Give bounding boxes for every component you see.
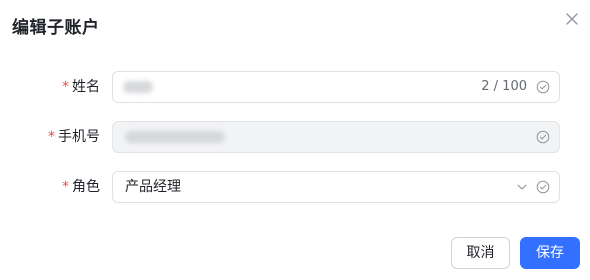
form-row-phone: * 手机号 (0, 121, 590, 153)
chevron-down-icon[interactable] (516, 181, 528, 193)
role-selected-value: 产品经理 (125, 179, 181, 195)
close-icon[interactable] (563, 10, 581, 28)
dialog-title: 编辑子账户 (12, 18, 100, 38)
check-circle-icon (536, 130, 550, 144)
cancel-button[interactable]: 取消 (451, 237, 510, 269)
name-label: * 姓名 (62, 71, 100, 103)
phone-label: * 手机号 (48, 121, 100, 153)
required-mark: * (48, 129, 55, 145)
role-select[interactable]: 产品经理 (112, 171, 560, 203)
name-field[interactable]: 2 / 100 (112, 71, 560, 103)
form-row-role: * 角色 产品经理 (0, 171, 590, 203)
name-char-counter: 2 / 100 (481, 79, 527, 94)
phone-label-text: 手机号 (58, 129, 100, 145)
name-label-text: 姓名 (72, 79, 100, 95)
required-mark: * (62, 79, 69, 95)
phone-input (113, 122, 453, 152)
role-label: * 角色 (62, 171, 100, 203)
check-circle-icon (536, 180, 550, 194)
form-row-name: * 姓名 2 / 100 (0, 71, 590, 103)
role-label-text: 角色 (72, 179, 100, 195)
name-input[interactable] (113, 72, 453, 102)
phone-field (112, 121, 560, 153)
check-circle-icon (536, 80, 550, 94)
required-mark: * (62, 179, 69, 195)
edit-subaccount-dialog: 编辑子账户 * 姓名 2 / 100 * 手机号 * 角色 产品经理 取消 保存 (0, 0, 590, 280)
save-button[interactable]: 保存 (520, 237, 580, 269)
